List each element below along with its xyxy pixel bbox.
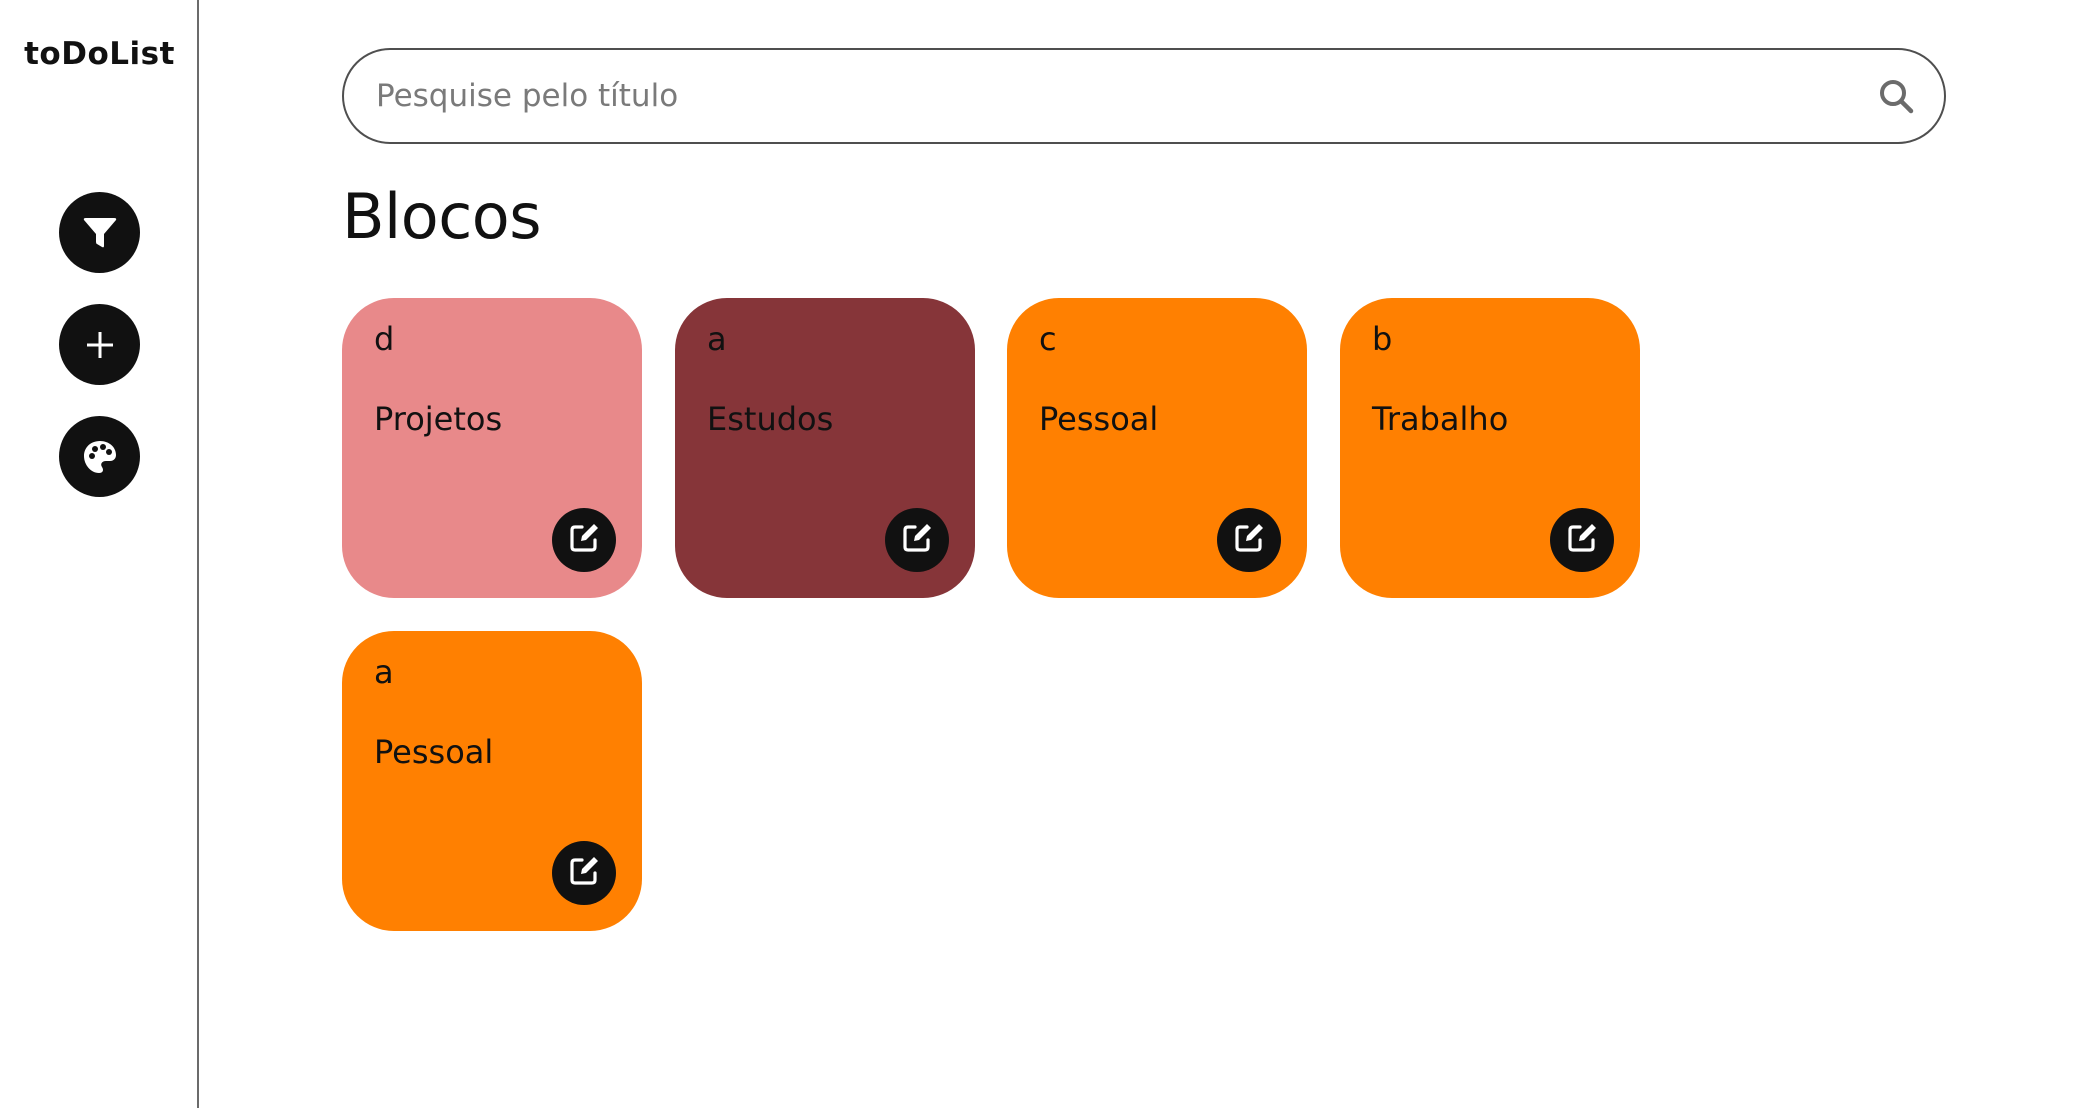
edit-icon [567,854,601,892]
block-card[interactable]: a Estudos [675,298,975,598]
block-card[interactable]: d Projetos [342,298,642,598]
app: toDoList Pesquise pelo título Blocos d P… [0,0,2086,1108]
card-letter: b [1372,320,1393,358]
palette-icon [82,439,118,475]
funnel-icon [82,217,118,249]
card-letter: a [707,320,727,358]
block-card[interactable]: b Trabalho [1340,298,1640,598]
block-card[interactable]: c Pessoal [1007,298,1307,598]
search-icon[interactable] [1876,76,1916,116]
card-title: Estudos [707,400,834,438]
edit-button[interactable] [1217,508,1281,572]
edit-icon [1565,521,1599,559]
palette-button[interactable] [59,416,140,497]
edit-button[interactable] [552,508,616,572]
plus-icon [85,330,115,360]
block-card[interactable]: a Pessoal [342,631,642,931]
card-letter: c [1039,320,1057,358]
filter-button[interactable] [59,192,140,273]
card-letter: d [374,320,395,358]
add-block-button[interactable] [59,304,140,385]
edit-icon [1232,521,1266,559]
edit-button[interactable] [1550,508,1614,572]
app-logo: toDoList [24,36,175,72]
card-title: Pessoal [1039,400,1159,438]
edit-icon [567,521,601,559]
sidebar: toDoList [0,0,199,1108]
card-title: Trabalho [1372,400,1509,438]
search-bar [342,48,1946,144]
edit-button[interactable] [885,508,949,572]
edit-button[interactable] [552,841,616,905]
card-letter: a [374,653,394,691]
search-input[interactable] [376,78,1876,114]
edit-icon [900,521,934,559]
page-title: Blocos [342,180,542,253]
card-title: Pessoal [374,733,494,771]
card-title: Projetos [374,400,503,438]
